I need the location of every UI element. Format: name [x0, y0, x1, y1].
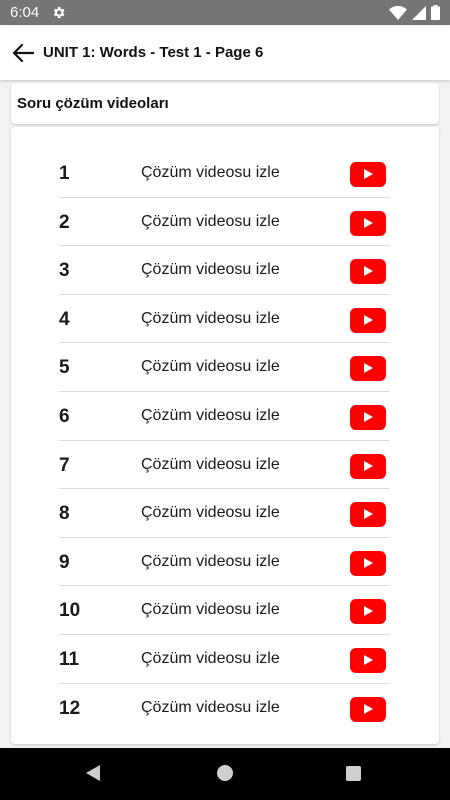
watch-video-label: Çözüm videosu izle [141, 650, 280, 667]
youtube-play-icon [364, 606, 373, 617]
list-item[interactable]: 3 Çözüm videosu izle [59, 246, 390, 295]
watch-video-label: Çözüm videosu izle [141, 552, 280, 570]
question-number: 2 [59, 211, 70, 233]
page-title: UNIT 1: Words - Test 1 - Page 6 [43, 44, 264, 61]
youtube-play-icon [364, 314, 373, 325]
list-item[interactable]: 10 Çözüm videosu izle [59, 586, 390, 635]
youtube-play-button[interactable] [350, 696, 386, 722]
youtube-play-button[interactable] [350, 453, 386, 479]
question-number: 8 [59, 503, 70, 525]
list-item[interactable]: 7 Çözüm videosu izle [59, 441, 390, 490]
list-item[interactable]: 4 Çözüm videosu izle [59, 295, 390, 344]
youtube-play-button[interactable] [350, 162, 386, 187]
youtube-play-icon [364, 703, 373, 714]
youtube-play-button[interactable] [350, 550, 386, 576]
status-time: 6:04 [10, 4, 40, 21]
question-number: 10 [59, 600, 81, 622]
question-number: 6 [59, 406, 70, 427]
watch-video-label: Çözüm videosu izle [141, 358, 280, 376]
nav-back-icon[interactable] [86, 765, 100, 781]
youtube-play-button[interactable] [350, 259, 386, 285]
settings-gear-icon [53, 6, 65, 19]
list-item[interactable]: 6 Çözüm videosu izle [59, 392, 390, 441]
status-bar: 6:04 [0, 0, 450, 25]
question-number: 7 [59, 454, 70, 476]
watch-video-label: Çözüm videosu izle [141, 309, 280, 327]
youtube-play-button[interactable] [350, 210, 386, 236]
list-item[interactable]: 12 Çözüm videosu izle [59, 684, 390, 733]
youtube-play-icon [364, 460, 373, 471]
youtube-play-icon [364, 217, 373, 228]
question-number: 9 [59, 551, 70, 573]
app-bar: UNIT 1: Words - Test 1 - Page 6 [0, 25, 450, 80]
cellular-signal-icon [412, 5, 426, 20]
back-button[interactable] [10, 41, 36, 65]
watch-video-label: Çözüm videosu izle [141, 698, 280, 716]
section-title: Soru çözüm videoları [17, 95, 169, 112]
watch-video-label: Çözüm videosu izle [141, 407, 280, 424]
question-number: 4 [59, 308, 70, 330]
nav-recents-icon[interactable] [346, 766, 361, 781]
list-item[interactable]: 11 Çözüm videosu izle [59, 635, 390, 684]
list-item[interactable]: 8 Çözüm videosu izle [59, 489, 390, 538]
youtube-play-button[interactable] [350, 648, 386, 673]
watch-video-label: Çözüm videosu izle [141, 164, 280, 181]
section-header-card: Soru çözüm videoları [11, 83, 439, 124]
arrow-back-icon [12, 43, 34, 63]
youtube-play-button[interactable] [350, 502, 386, 528]
question-number: 11 [59, 649, 80, 670]
youtube-play-icon [364, 169, 373, 179]
video-list: 1 Çözüm videosu izle 2 Çözüm videosu izle 3 Ç… [11, 127, 439, 744]
list-item[interactable]: 2 Çözüm videosu izle [59, 198, 390, 247]
youtube-play-icon [364, 557, 373, 568]
watch-video-label: Çözüm videosu izle [141, 601, 280, 619]
battery-icon [431, 5, 440, 20]
status-icons [389, 5, 440, 20]
youtube-play-button[interactable] [350, 356, 386, 382]
youtube-play-icon [364, 509, 373, 520]
youtube-play-button[interactable] [350, 599, 386, 625]
question-number: 1 [59, 163, 70, 184]
youtube-play-button[interactable] [350, 307, 386, 333]
question-number: 3 [59, 260, 70, 282]
list-item[interactable]: 9 Çözüm videosu izle [59, 538, 390, 587]
youtube-play-icon [364, 655, 373, 665]
watch-video-label: Çözüm videosu izle [141, 261, 280, 279]
watch-video-label: Çözüm videosu izle [141, 455, 280, 473]
wifi-icon [389, 5, 407, 20]
youtube-play-icon [364, 266, 373, 277]
youtube-play-button[interactable] [350, 405, 386, 430]
list-item[interactable]: 5 Çözüm videosu izle [59, 343, 390, 392]
youtube-play-icon [364, 363, 373, 374]
youtube-play-icon [364, 412, 373, 422]
question-number: 12 [59, 697, 81, 719]
watch-video-label: Çözüm videosu izle [141, 504, 280, 522]
question-number: 5 [59, 357, 70, 379]
nav-home-icon[interactable] [217, 765, 233, 781]
list-item[interactable]: 1 Çözüm videosu izle [59, 149, 390, 198]
navigation-bar [0, 748, 450, 800]
watch-video-label: Çözüm videosu izle [141, 212, 280, 230]
